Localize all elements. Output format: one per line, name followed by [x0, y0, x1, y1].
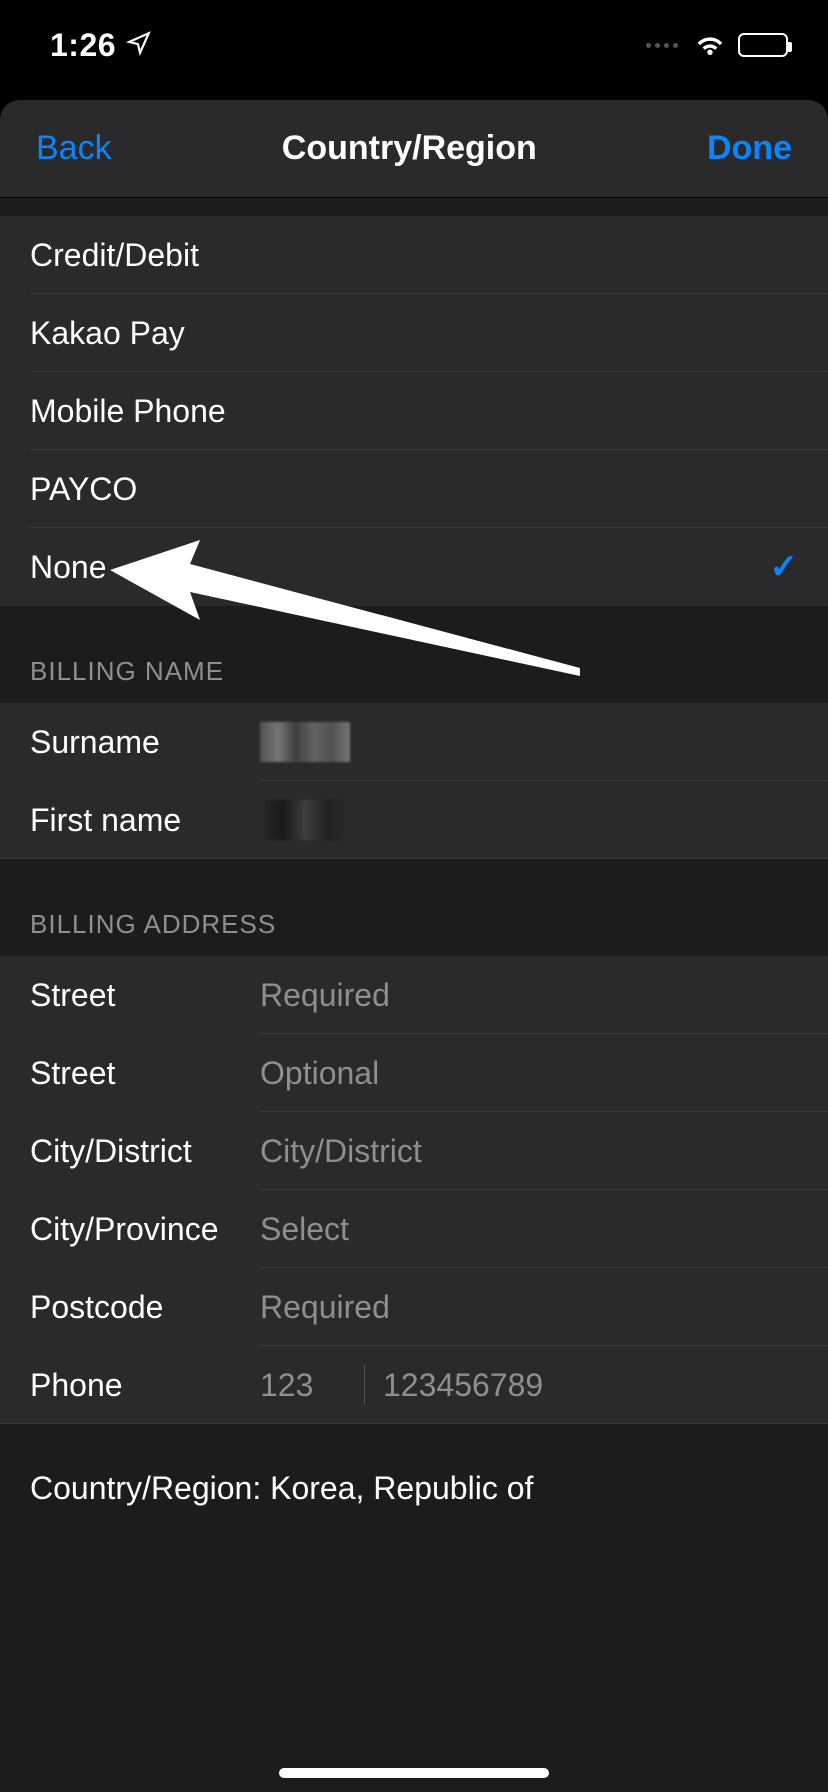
location-arrow-icon: [126, 30, 152, 61]
payment-option-label: None: [30, 549, 107, 586]
surname-label: Surname: [30, 724, 260, 761]
province-label: City/Province: [30, 1211, 260, 1248]
billing-address-group: Street Street City/District City/Provinc…: [0, 956, 828, 1424]
street-input[interactable]: [260, 977, 798, 1014]
cell-signal-icon: [646, 43, 682, 48]
page-title: Country/Region: [282, 129, 537, 168]
section-header-billing-address: BILLING ADDRESS: [0, 859, 828, 956]
postcode-input[interactable]: [260, 1289, 798, 1326]
status-right: [646, 31, 788, 60]
status-bar: 1:26: [0, 0, 828, 90]
payment-option-credit-debit[interactable]: Credit/Debit: [0, 216, 828, 294]
wifi-icon: [694, 31, 726, 60]
home-indicator[interactable]: [279, 1768, 549, 1778]
country-region-value: Country/Region: Korea, Republic of: [30, 1470, 533, 1506]
payment-method-group: Credit/Debit Kakao Pay Mobile Phone PAYC…: [0, 216, 828, 606]
street2-label: Street: [30, 1055, 260, 1092]
back-button[interactable]: Back: [36, 129, 112, 168]
street-label: Street: [30, 977, 260, 1014]
payment-option-label: Kakao Pay: [30, 315, 185, 352]
phone-separator: [364, 1365, 365, 1405]
province-row[interactable]: City/Province: [0, 1190, 828, 1268]
payment-option-none[interactable]: None ✓: [0, 528, 828, 606]
payment-option-label: PAYCO: [30, 471, 137, 508]
city-input[interactable]: [260, 1133, 798, 1170]
province-input[interactable]: [260, 1211, 798, 1248]
payment-option-label: Mobile Phone: [30, 393, 226, 430]
payment-option-mobile-phone[interactable]: Mobile Phone: [0, 372, 828, 450]
postcode-label: Postcode: [30, 1289, 260, 1326]
street-row[interactable]: Street: [0, 956, 828, 1034]
surname-value-redacted: [260, 722, 350, 762]
payment-option-kakao-pay[interactable]: Kakao Pay: [0, 294, 828, 372]
street2-row[interactable]: Street: [0, 1034, 828, 1112]
payment-option-payco[interactable]: PAYCO: [0, 450, 828, 528]
checkmark-icon: ✓: [770, 547, 799, 587]
firstname-row[interactable]: First name: [0, 781, 828, 859]
phone-prefix-input[interactable]: [260, 1367, 346, 1404]
status-left: 1:26: [50, 27, 152, 64]
surname-row[interactable]: Surname: [0, 703, 828, 781]
billing-name-group: Surname First name: [0, 703, 828, 859]
navbar: Back Country/Region Done: [0, 100, 828, 198]
section-header-billing-name: BILLING NAME: [0, 606, 828, 703]
postcode-row[interactable]: Postcode: [0, 1268, 828, 1346]
street2-input[interactable]: [260, 1055, 798, 1092]
battery-icon: [738, 33, 788, 57]
done-button[interactable]: Done: [707, 129, 792, 168]
phone-number-input[interactable]: [383, 1367, 803, 1404]
payment-option-label: Credit/Debit: [30, 237, 199, 274]
status-time: 1:26: [50, 27, 116, 64]
city-row[interactable]: City/District: [0, 1112, 828, 1190]
settings-sheet: Back Country/Region Done Credit/Debit Ka…: [0, 100, 828, 1792]
content: Credit/Debit Kakao Pay Mobile Phone PAYC…: [0, 198, 828, 1792]
firstname-value-redacted: [260, 800, 350, 840]
phone-row[interactable]: Phone: [0, 1346, 828, 1424]
city-label: City/District: [30, 1133, 260, 1170]
firstname-label: First name: [30, 802, 260, 839]
phone-label: Phone: [30, 1367, 260, 1404]
country-region-footer[interactable]: Country/Region: Korea, Republic of: [0, 1424, 828, 1537]
